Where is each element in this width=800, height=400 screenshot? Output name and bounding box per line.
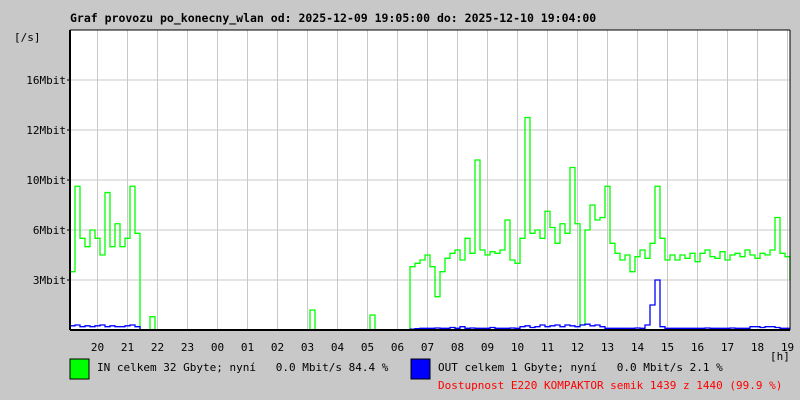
legend-in-text: IN celkem 32 Gbyte; nyní 0.0 Mbit/s 84.4… [97,361,389,374]
x-tick-label: 10 [511,341,524,354]
x-tick-label: 02 [271,341,284,354]
x-tick-label: 17 [721,341,734,354]
x-tick-label: 11 [541,341,554,354]
x-tick-label: 00 [211,341,224,354]
x-axis-label: [h] [770,350,790,363]
x-tick-label: 12 [571,341,584,354]
x-tick-label: 03 [301,341,314,354]
x-tick-label: 14 [631,341,645,354]
x-tick-label: 05 [361,341,374,354]
y-tick-label: 10Mbit [26,174,66,187]
x-tick-label: 04 [331,341,345,354]
chart-svg: 3Mbit 6Mbit 10Mbit 12Mbit 16Mbit 20 21 22 23 00 01… [14,11,794,392]
x-tick-label: 09 [481,341,494,354]
legend-out-swatch [410,358,431,380]
x-tick-label: 23 [181,341,194,354]
x-tick-label: 21 [121,341,134,354]
legend-out-text: OUT celkem 1 Gbyte; nyní 0.0 Mbit/s 2.1 … [438,361,723,374]
x-tick-label: 15 [661,341,674,354]
x-tick-label: 16 [691,341,704,354]
x-tick-label: 01 [241,341,254,354]
chart-title: Graf provozu po_konecny_wlan od: 2025-12… [70,11,596,26]
x-tick-label: 13 [601,341,614,354]
y-axis-label: [/s] [14,31,41,44]
x-tick-label: 20 [91,341,104,354]
x-tick-label: 18 [751,341,764,354]
x-tick-label: 07 [421,341,434,354]
traffic-graph: 3Mbit 6Mbit 10Mbit 12Mbit 16Mbit 20 21 22 23 00 01… [0,0,800,400]
x-tick-label: 06 [391,341,404,354]
y-tick-label: 3Mbit [33,274,66,287]
x-tick-label: 08 [451,341,464,354]
legend-in-swatch [69,358,90,380]
y-tick-label: 16Mbit [26,74,66,87]
x-tick-label: 22 [151,341,164,354]
availability-text: Dostupnost E220 KOMPAKTOR semik 1439 z 1… [438,379,782,392]
y-tick-label: 12Mbit [26,124,66,137]
y-tick-label: 6Mbit [33,224,66,237]
